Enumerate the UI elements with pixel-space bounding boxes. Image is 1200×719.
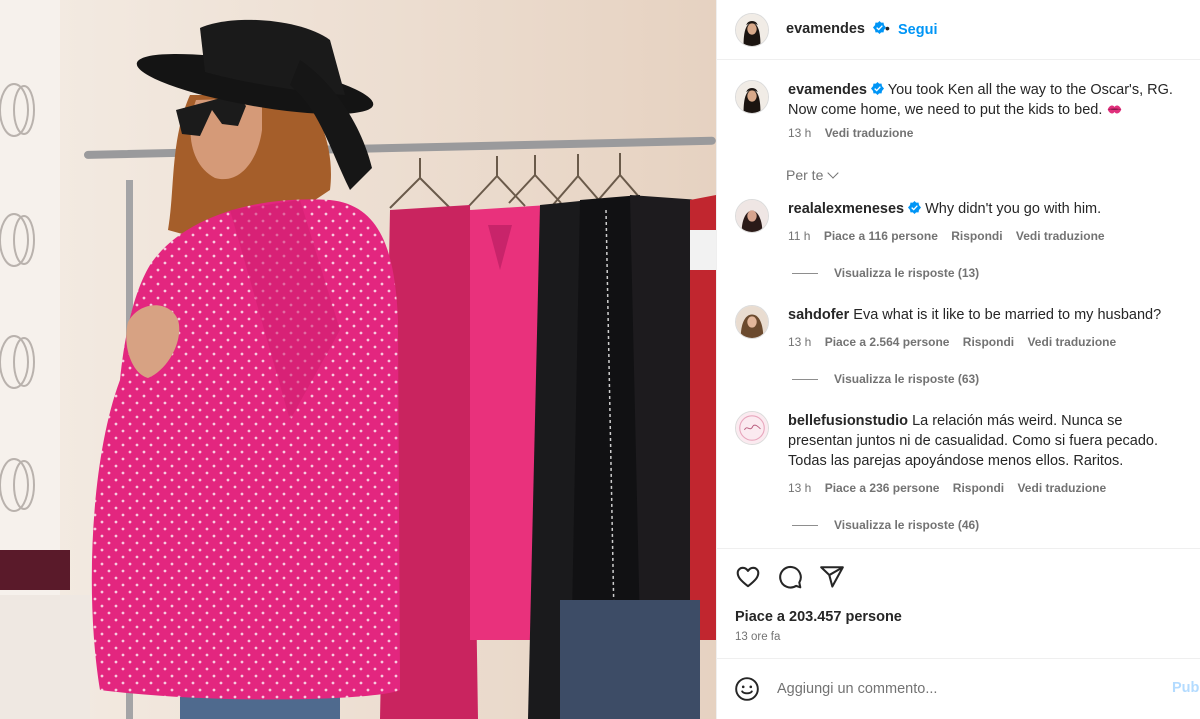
comment-meta: 13 h Piace a 236 persone Rispondi Vedi t… [788,481,1116,495]
likes-count[interactable]: Piace a 203.457 persone [735,609,902,625]
follow-button[interactable]: Segui [898,22,937,38]
verified-badge-icon [908,201,922,214]
comment-body: Eva what is it like to be married to my … [853,307,1162,323]
share-icon[interactable] [819,564,845,590]
comment-filter-label: Per te [786,167,824,183]
translate-link[interactable]: Vedi traduzione [1017,481,1106,495]
post-actions: Piace a 203.457 persone 13 ore fa [717,548,1200,658]
author-username[interactable]: evamendes [786,21,887,37]
comment-meta: 11 h Piace a 116 persone Rispondi Vedi t… [788,229,1115,243]
replies-divider [792,525,818,527]
caption-text: evamendes You took Ken all the way to th… [788,80,1188,120]
view-replies-label: Visualizza le risposte (46) [834,518,980,532]
comment-likes-link[interactable]: Piace a 236 persone [825,481,940,495]
verified-badge-icon [871,82,884,95]
view-replies-button[interactable]: Visualizza le risposte (46) [792,518,979,532]
comment-text: bellefusionstudio La relación más weird.… [788,411,1188,471]
view-replies-label: Visualizza le risposte (13) [834,266,980,280]
chevron-down-icon [827,167,840,179]
commenter-avatar[interactable] [735,305,769,339]
reply-button[interactable]: Rispondi [963,335,1014,349]
publish-button[interactable]: Pubblica [1172,680,1200,696]
replies-divider [792,379,818,381]
view-replies-button[interactable]: Visualizza le risposte (63) [792,372,979,386]
comment-text: sahdofer Eva what is it like to be marri… [788,305,1188,325]
comment-composer: Pubblica [717,658,1200,719]
author-username-text[interactable]: evamendes [786,21,865,37]
comment-icon[interactable] [777,564,803,590]
comment-time: 11 h [788,229,811,243]
comment-filter-dropdown[interactable]: Per te [786,167,840,183]
comment-body: Why didn't you go with him. [925,201,1102,217]
heart-icon[interactable] [735,564,761,590]
post-timestamp: 13 ore fa [735,631,781,643]
view-replies-label: Visualizza le risposte (63) [834,372,980,386]
reply-button[interactable]: Rispondi [953,481,1004,495]
comment-likes-link[interactable]: Piace a 116 persone [824,229,938,243]
commenter-avatar[interactable] [735,199,769,233]
caption-meta: 13 h Vedi traduzione [788,126,923,140]
translate-link[interactable]: Vedi traduzione [1016,229,1105,243]
comment-text: realalexmeneses Why didn't you go with h… [788,199,1188,219]
caption-username[interactable]: evamendes [788,82,867,98]
comments-list[interactable]: evamendes You took Ken all the way to th… [717,61,1200,548]
comment-likes-link[interactable]: Piace a 2.564 persone [825,335,950,349]
separator-dot: • [885,20,890,36]
comment-time: 13 h [788,481,812,495]
comment-username[interactable]: bellefusionstudio [788,413,908,429]
author-avatar[interactable] [735,13,769,47]
commenter-avatar[interactable] [735,411,769,445]
comment-meta: 13 h Piace a 2.564 persone Rispondi Vedi… [788,335,1126,349]
comment-username[interactable]: realalexmeneses [788,201,904,217]
emoji-icon[interactable] [734,676,760,702]
post-sidebar: evamendes • Segui evamendes You took Ken… [716,0,1200,719]
post-photo [0,0,716,719]
comment-username[interactable]: sahdofer [788,307,849,323]
comment-input[interactable] [777,676,1157,702]
kiss-emoji-icon [1108,105,1122,114]
caption-time: 13 h [788,126,812,140]
post-image [0,0,716,719]
reply-button[interactable]: Rispondi [951,229,1002,243]
comment-time: 13 h [788,335,812,349]
post-header: evamendes • Segui [717,0,1200,60]
view-replies-button[interactable]: Visualizza le risposte (13) [792,266,979,280]
caption-avatar[interactable] [735,80,769,114]
replies-divider [792,273,818,275]
caption-translate-link[interactable]: Vedi traduzione [825,126,914,140]
translate-link[interactable]: Vedi traduzione [1027,335,1116,349]
